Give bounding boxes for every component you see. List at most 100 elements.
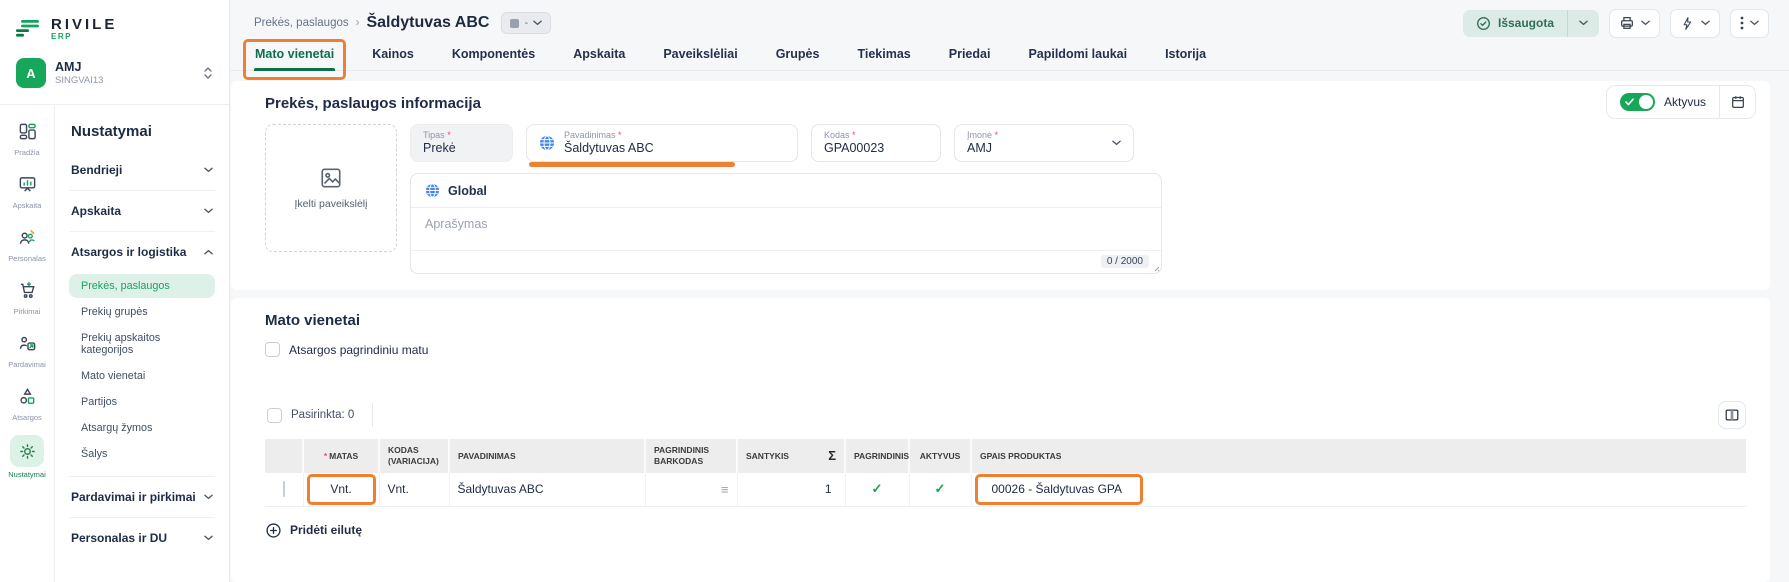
col-matas: *MATAS: [303, 439, 379, 473]
tab-komponentes[interactable]: Komponentės: [451, 46, 536, 70]
columns-icon: [1724, 407, 1740, 423]
table-row: Vnt. Vnt. Šaldytuvas ABC ≡ 1 ✓ ✓ 00026 -…: [265, 473, 1746, 506]
company-select[interactable]: Įmonė * AMJ: [954, 124, 1134, 162]
shapes-icon: [10, 382, 44, 410]
kodas-cell[interactable]: Vnt.: [379, 473, 449, 506]
tab-apskaita[interactable]: Apskaita: [572, 46, 626, 70]
menu-group-atsargos-logistika[interactable]: Atsargos ir logistika: [69, 232, 215, 272]
tab-paveiksleliai[interactable]: Paveikslėliai: [662, 46, 738, 70]
column-settings-button[interactable]: [1718, 401, 1746, 429]
code-field[interactable]: Kodas * GPA00023: [811, 124, 941, 162]
rail-item-atsargos[interactable]: Atsargos: [0, 382, 54, 435]
units-table: *MATAS KODAS (VARIACIJA) PAVADINIMAS PAG…: [265, 439, 1746, 507]
chevron-down-icon: [533, 20, 542, 26]
user-account: SINGVAI13: [55, 75, 103, 86]
check-icon: ✓: [872, 481, 883, 496]
add-row-label: Pridėti eilutę: [290, 523, 362, 537]
actions-button[interactable]: [1670, 9, 1720, 38]
language-tab-global[interactable]: Global: [411, 174, 1161, 208]
rail-item-pirkimai[interactable]: Pirkimai: [0, 276, 54, 329]
col-gpais-produktas: GPAIS PRODUKTAS: [971, 439, 1746, 473]
saved-split-button[interactable]: Išsaugota: [1463, 10, 1599, 37]
brand-name: RIVILE: [51, 18, 117, 32]
upload-label: Įkelti paveikslėlį: [295, 198, 368, 210]
toggle-on[interactable]: [1620, 93, 1655, 111]
chevron-down-icon: [1750, 20, 1759, 26]
menu-group-apskaita[interactable]: Apskaita: [69, 191, 215, 231]
calendar-button[interactable]: [1719, 86, 1755, 118]
select-all-checkbox[interactable]: [267, 408, 282, 423]
selected-count-label: Pasirinkta: 0: [291, 409, 354, 421]
toggle-knob: [1639, 95, 1653, 109]
chevron-down-icon: [1112, 140, 1121, 146]
gpais-cell[interactable]: 00026 - Šaldytuvas GPA: [971, 473, 1746, 506]
saved-caret[interactable]: [1567, 10, 1599, 37]
breadcrumb-parent[interactable]: Prekės, paslaugos: [254, 17, 349, 29]
required-mark: *: [852, 130, 856, 140]
col-pagrindinis: PAGRINDINIS: [845, 439, 909, 473]
gear-icon: [10, 435, 44, 467]
rail-item-pardavimai[interactable]: Pardavimai: [0, 329, 54, 382]
rail-item-pradzia[interactable]: Pradžia: [0, 117, 54, 170]
barcode-menu-icon[interactable]: ≡: [721, 482, 729, 497]
rail-label: Pradžia: [14, 148, 39, 157]
menu-item-atsargu-zymos[interactable]: Atsargų žymos: [69, 416, 215, 440]
active-tab-underline: [254, 68, 335, 71]
user-switcher[interactable]: A AMJ SINGVAI13: [14, 52, 215, 98]
menu-item-salys[interactable]: Šalys: [69, 442, 215, 466]
santykis-cell[interactable]: 1: [737, 473, 845, 506]
menu-item-partijos[interactable]: Partijos: [69, 390, 215, 414]
chevron-down-icon: [1579, 20, 1588, 26]
brand-logo[interactable]: RIVILE ERP: [14, 12, 215, 52]
menu-group-bendrieji[interactable]: Bendrieji: [69, 150, 215, 190]
pavadinimas-cell[interactable]: Šaldytuvas ABC: [449, 473, 645, 506]
tab-priedai[interactable]: Priedai: [948, 46, 992, 70]
rail-item-nustatymai[interactable]: Nustatymai: [0, 435, 54, 488]
title-view-dropdown[interactable]: -: [501, 12, 551, 34]
aktyvus-cell[interactable]: ✓: [909, 473, 971, 506]
menu-group-pardavimai-pirkimai[interactable]: Pardavimai ir pirkimai: [69, 477, 215, 517]
chevron-down-icon: [204, 494, 213, 500]
print-button[interactable]: [1609, 9, 1660, 38]
sidebar: RIVILE ERP A AMJ SINGVAI13 Pradžia: [0, 0, 230, 582]
menu-group-personalas-du[interactable]: Personalas ir DU: [69, 518, 215, 558]
more-menu-button[interactable]: [1730, 9, 1769, 38]
tab-mato-vienetai[interactable]: Mato vienetai: [254, 46, 335, 70]
page-title: Šaldytuvas ABC: [366, 14, 489, 32]
menu-group-label: Pardavimai ir pirkimai: [71, 490, 196, 504]
rail-label: Nustatymai: [8, 470, 46, 479]
main-unit-checkbox[interactable]: [265, 342, 280, 357]
resize-handle[interactable]: [1152, 264, 1160, 272]
menu-item-prekes-paslaugos[interactable]: Prekės, paslaugos: [69, 274, 215, 298]
tab-grupes[interactable]: Grupės: [775, 46, 821, 70]
chevron-down-icon: [204, 208, 213, 214]
chevron-down-icon: [1641, 20, 1650, 26]
menu-item-prekiu-apskaitos-kategorijos[interactable]: Prekių apskaitos kategorijos: [69, 326, 215, 362]
tab-istorija[interactable]: Istorija: [1164, 46, 1207, 70]
tab-tiekimas[interactable]: Tiekimas: [856, 46, 911, 70]
description-textarea[interactable]: Aprašymas: [411, 208, 1161, 250]
tab-papildomi-laukai[interactable]: Papildomi laukai: [1027, 46, 1128, 70]
tab-kainos[interactable]: Kainos: [371, 46, 415, 70]
pagrindinis-cell[interactable]: ✓: [845, 473, 909, 506]
type-field[interactable]: Tipas * Prekė: [410, 124, 513, 162]
menu-item-prekiu-grupes[interactable]: Prekių grupės: [69, 300, 215, 324]
rail-item-apskaita[interactable]: Apskaita: [0, 170, 54, 223]
sales-icon: [10, 329, 44, 357]
active-toggle[interactable]: Aktyvus: [1607, 86, 1719, 118]
barkodas-cell[interactable]: ≡: [645, 473, 737, 506]
main: Prekės, paslaugos › Šaldytuvas ABC - Išs…: [230, 0, 1789, 582]
menu-item-mato-vienetai[interactable]: Mato vienetai: [69, 364, 215, 388]
name-field[interactable]: Pavadinimas * Šaldytuvas ABC: [526, 124, 798, 162]
matas-cell[interactable]: Vnt.: [303, 473, 379, 506]
image-icon: [319, 166, 343, 190]
rail-item-personalas[interactable]: Personalas: [0, 223, 54, 276]
add-row-button[interactable]: Pridėti eilutę: [265, 522, 362, 539]
dropdown-dash: -: [524, 17, 528, 29]
fields-column: Tipas * Prekė Pavadinimas * Šaldytuvas A…: [410, 124, 1162, 274]
col-pavadinimas: PAVADINIMAS: [449, 439, 645, 473]
image-upload-dropzone[interactable]: Įkelti paveikslėlį: [265, 124, 397, 252]
chevron-up-icon: [204, 249, 213, 255]
row-checkbox[interactable]: [283, 481, 285, 497]
breadcrumb-separator: ›: [356, 17, 360, 29]
